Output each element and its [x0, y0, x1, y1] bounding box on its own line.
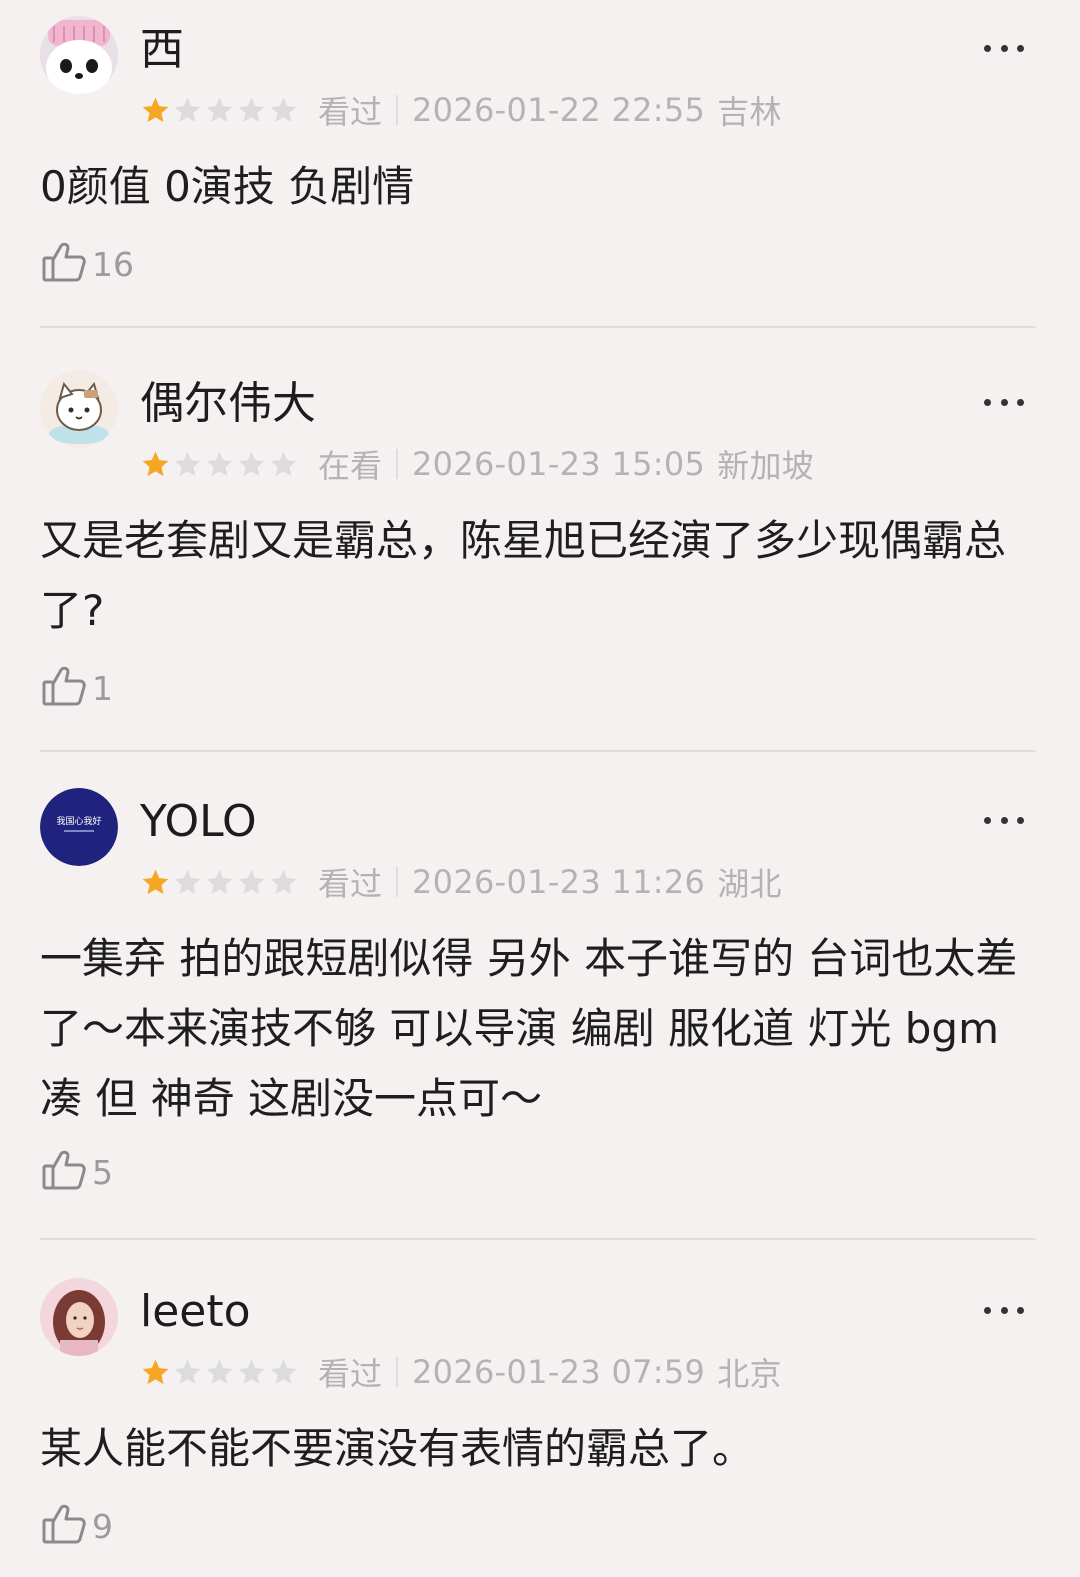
- review-text: 某人能不能不要演没有表情的霸总了。: [40, 1424, 755, 1473]
- watch-status: 看过: [318, 1355, 383, 1393]
- review-location: 吉林: [717, 93, 782, 131]
- review-time: 2026-01-22 22:55: [412, 91, 706, 129]
- more-dots-icon[interactable]: [984, 1300, 1024, 1320]
- like-count: 9: [92, 1506, 113, 1546]
- review-meta: 在看 2026-01-23 15:05 新加坡: [140, 440, 814, 488]
- more-dots-icon[interactable]: [984, 810, 1024, 830]
- username[interactable]: YOLO: [140, 794, 257, 850]
- star-rating: [140, 1357, 300, 1388]
- meta-divider: [396, 1357, 399, 1387]
- review-text: 又是老套剧又是霸总，陈星旭已经演了多少现偶霸总了?: [40, 516, 1007, 635]
- star-empty-icon: [174, 869, 201, 894]
- watch-status: 在看: [318, 447, 383, 485]
- thumbs-up-icon: [40, 1500, 88, 1552]
- like-count: 1: [92, 668, 113, 708]
- star-empty-icon: [206, 1359, 233, 1384]
- like-button[interactable]: 9: [40, 1500, 113, 1552]
- watch-status: 看过: [318, 93, 383, 131]
- thumbs-up-icon: [40, 1146, 88, 1198]
- review-feed: 西 看过 2026-01-22 22:55 吉林 0颜值 0演技 负剧情 16: [0, 0, 1080, 1577]
- star-filled-icon: [142, 1359, 169, 1384]
- star-empty-icon: [174, 97, 201, 122]
- meta-divider: [396, 867, 399, 897]
- like-button[interactable]: 16: [40, 238, 134, 290]
- review-location: 新加坡: [717, 447, 815, 485]
- star-empty-icon: [270, 451, 297, 476]
- like-count: 5: [92, 1152, 113, 1192]
- review-time: 2026-01-23 15:05: [412, 445, 706, 483]
- like-button[interactable]: 5: [40, 1146, 113, 1198]
- star-filled-icon: [142, 97, 169, 122]
- meta-divider: [396, 95, 399, 125]
- avatar[interactable]: 我国心我好: [40, 788, 118, 866]
- star-empty-icon: [206, 869, 233, 894]
- review-time: 2026-01-23 11:26: [412, 863, 706, 901]
- review-meta: 看过 2026-01-23 11:26 湖北: [140, 858, 782, 906]
- star-filled-icon: [142, 869, 169, 894]
- review-meta: 看过 2026-01-22 22:55 吉林: [140, 86, 782, 134]
- review-meta: 看过 2026-01-23 07:59 北京: [140, 1348, 782, 1396]
- review-text: 一集弃 拍的跟短剧似得 另外 本子谁写的 台词也太差了～本来演技不够 可以导演 …: [40, 934, 1018, 1123]
- username[interactable]: 西: [140, 22, 184, 78]
- divider: [40, 1238, 1036, 1240]
- like-count: 16: [92, 244, 134, 284]
- avatar-badge-text: 我国心我好: [56, 815, 101, 827]
- like-button[interactable]: 1: [40, 662, 113, 714]
- star-empty-icon: [174, 451, 201, 476]
- review-time: 2026-01-23 07:59: [412, 1353, 706, 1391]
- star-rating: [140, 95, 300, 126]
- username[interactable]: leeto: [140, 1284, 251, 1340]
- star-empty-icon: [270, 1359, 297, 1384]
- more-dots-icon[interactable]: [984, 392, 1024, 412]
- divider: [40, 326, 1036, 328]
- star-empty-icon: [238, 1359, 265, 1384]
- username[interactable]: 偶尔伟大: [140, 376, 316, 432]
- star-filled-icon: [142, 451, 169, 476]
- avatar[interactable]: [40, 370, 118, 448]
- portrait-avatar-icon: [40, 1278, 118, 1356]
- divider: [40, 750, 1036, 752]
- star-empty-icon: [238, 869, 265, 894]
- blue-badge-avatar-icon: 我国心我好: [40, 788, 118, 866]
- more-dots-icon[interactable]: [984, 38, 1024, 58]
- thumbs-up-icon: [40, 238, 88, 290]
- star-empty-icon: [174, 1359, 201, 1384]
- star-rating: [140, 867, 300, 898]
- thumbs-up-icon: [40, 662, 88, 714]
- avatar[interactable]: [40, 16, 118, 94]
- star-empty-icon: [238, 451, 265, 476]
- review-location: 湖北: [717, 865, 782, 903]
- watch-status: 看过: [318, 865, 383, 903]
- star-empty-icon: [270, 97, 297, 122]
- cat-avatar-icon: [40, 370, 118, 448]
- star-rating: [140, 449, 300, 480]
- star-empty-icon: [206, 97, 233, 122]
- panda-avatar-icon: [40, 16, 118, 94]
- review-text: 0颜值 0演技 负剧情: [40, 162, 415, 211]
- star-empty-icon: [206, 451, 233, 476]
- review-location: 北京: [717, 1355, 782, 1393]
- avatar[interactable]: [40, 1278, 118, 1356]
- star-empty-icon: [270, 869, 297, 894]
- meta-divider: [396, 449, 399, 479]
- star-empty-icon: [238, 97, 265, 122]
